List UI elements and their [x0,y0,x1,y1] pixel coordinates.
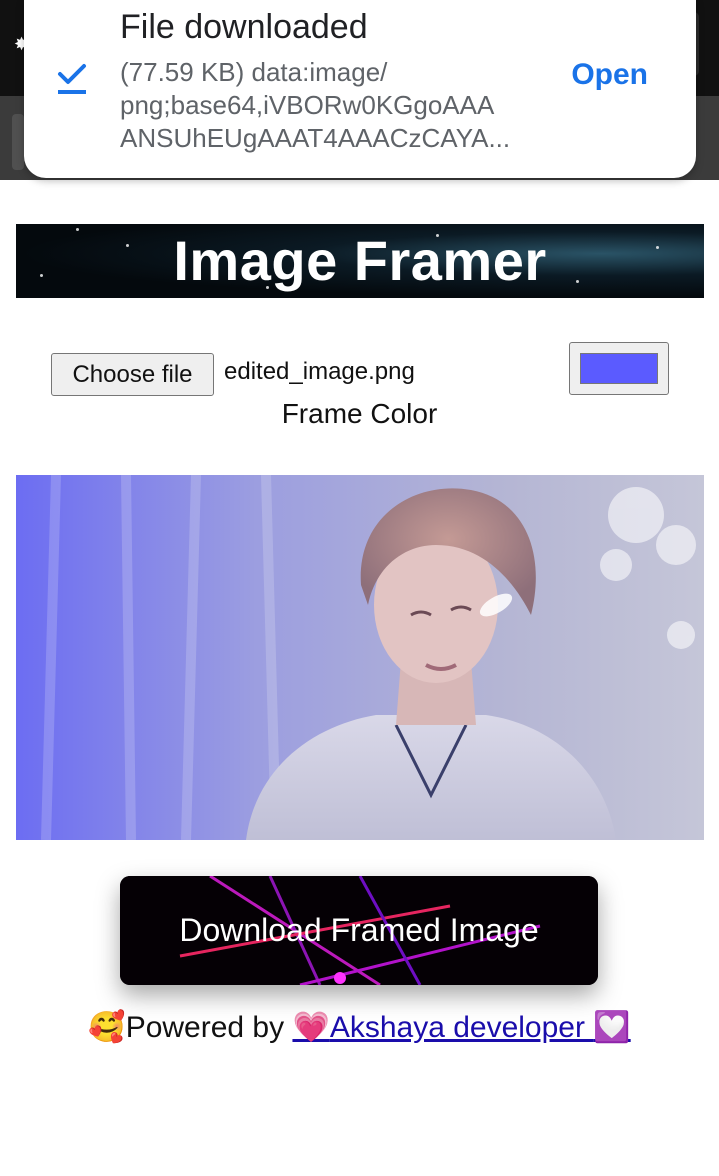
selected-file-name: edited_image.png [224,358,415,385]
frame-color-swatch [580,353,658,384]
choose-file-button[interactable]: Choose file [51,353,214,396]
developer-link[interactable]: 💗Akshaya developer 💟 [292,1011,630,1044]
notification-detail-line: ANSUhEUgAAAT4AAACzCAYA... [120,123,511,153]
frame-color-label: Frame Color [281,398,438,429]
framed-image-preview [16,475,704,840]
download-check-icon [58,64,86,94]
footer-credit: 🥰Powered by 💗Akshaya developer 💟 [0,1010,719,1045]
download-button-label: Download Framed Image [179,912,539,948]
powered-by-text: Powered by [125,1011,293,1044]
download-notification: File downloaded (77.59 KB) data:image/ p… [24,0,696,178]
heart-decoration-emoji-icon: 💟 [593,1011,631,1044]
open-button[interactable]: Open [571,58,648,92]
page-title: Image Framer [173,229,547,292]
notification-detail-line: (77.59 KB) data:image/ [120,57,388,87]
smiling-hearts-emoji-icon: 🥰 [88,1011,126,1044]
notification-detail: (77.59 KB) data:image/ png;base64,iVBORw… [120,56,530,155]
notification-detail-line: png;base64,iVBORw0KGgoAAA [120,90,495,120]
header-banner: Image Framer [16,224,704,298]
tab-ghost [12,114,24,170]
photo-portrait-image [16,475,704,840]
heart-emoji-icon: 💗 [292,1011,330,1044]
download-framed-image-button[interactable]: Download Framed Image [120,876,598,985]
notification-title: File downloaded [120,8,368,46]
developer-link-text: Akshaya developer [329,1011,594,1044]
frame-color-picker[interactable] [569,342,669,395]
